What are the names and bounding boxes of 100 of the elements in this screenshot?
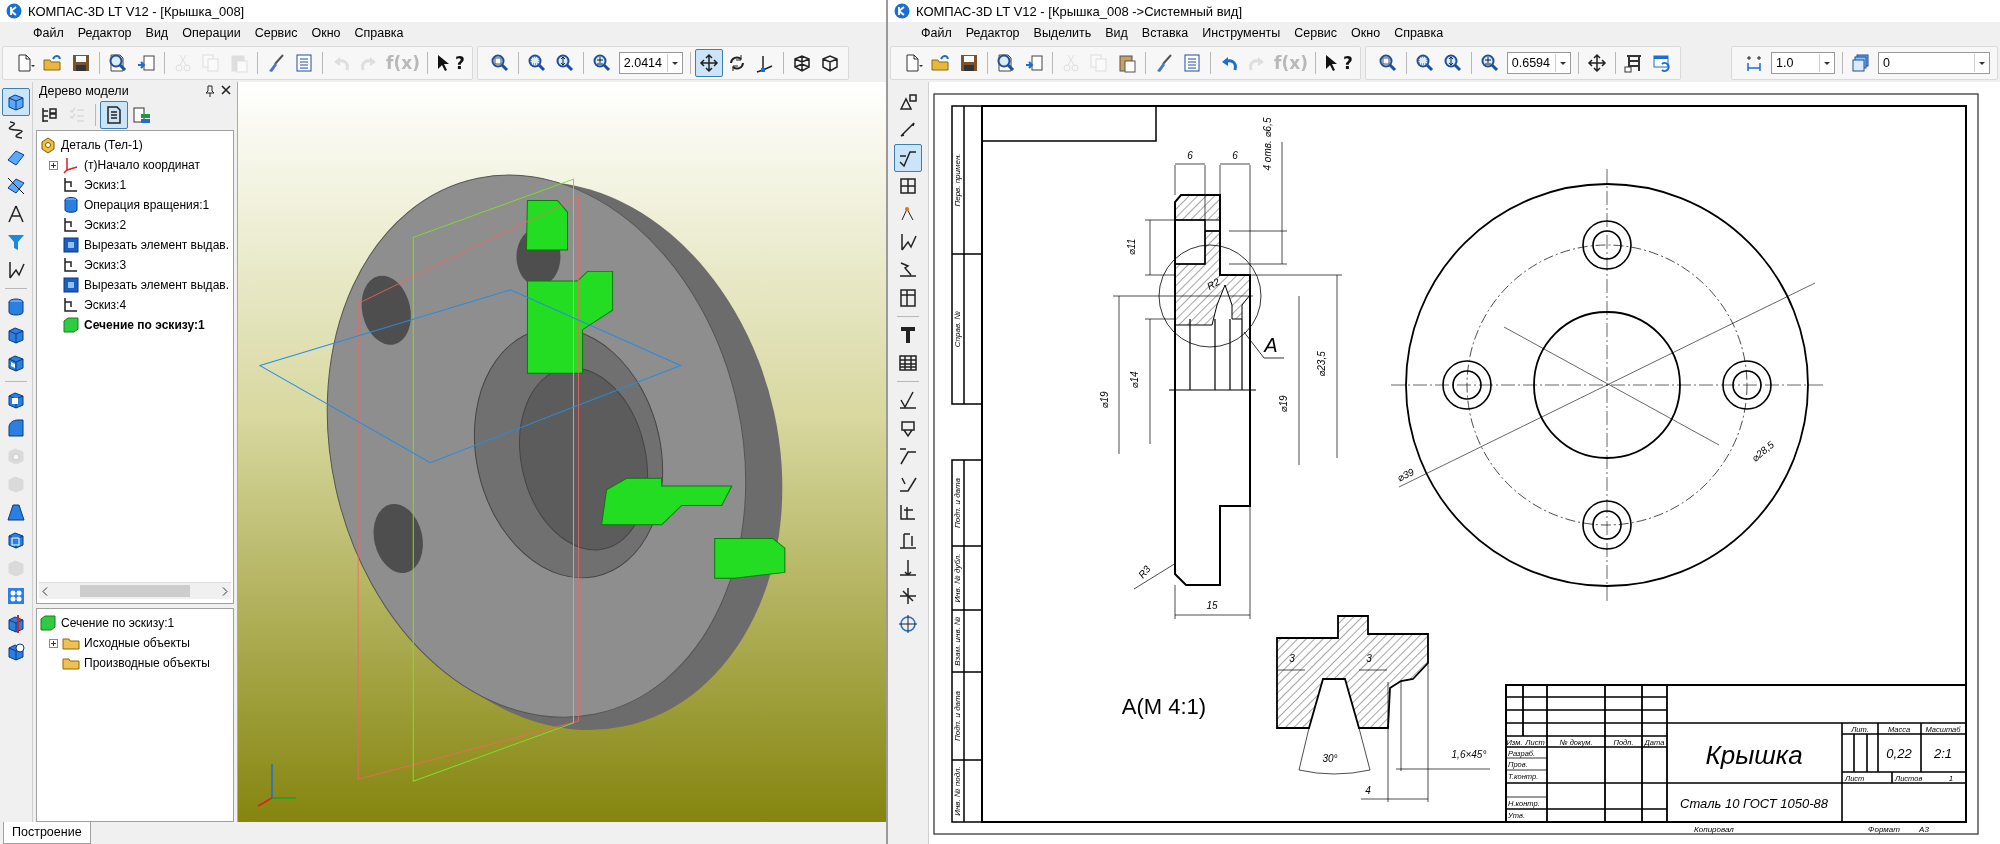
pan-button[interactable] bbox=[694, 49, 723, 77]
tree-item[interactable]: Исходные объекты bbox=[49, 633, 231, 653]
scissors-icon bbox=[173, 53, 193, 73]
menu-item[interactable]: Файл bbox=[914, 24, 959, 42]
3d-viewport[interactable] bbox=[238, 82, 886, 822]
material-label: Сталь 10 ГОСТ 1050-88 bbox=[1680, 796, 1828, 811]
tree-item[interactable]: Эскиз:2 bbox=[49, 215, 231, 235]
axes-icon bbox=[754, 53, 775, 73]
combo-box[interactable]: 0 bbox=[1878, 52, 1990, 74]
menu-item[interactable]: Вставка bbox=[1134, 24, 1196, 42]
dimension-label: ⌀19 bbox=[1278, 395, 1289, 413]
menu-item[interactable]: Инструменты bbox=[1195, 24, 1288, 42]
menu-item[interactable]: Справка bbox=[1387, 24, 1451, 42]
menu-item[interactable]: Выделить bbox=[1026, 24, 1099, 42]
combo-box[interactable]: 1.0 bbox=[1771, 52, 1835, 74]
wire-cube-icon bbox=[791, 53, 812, 73]
magnifier-page-icon bbox=[489, 53, 510, 73]
view-arrow-icon bbox=[898, 558, 918, 578]
expand-icon[interactable] bbox=[49, 638, 58, 648]
tree-item[interactable]: Операция вращения:1 bbox=[49, 195, 231, 215]
magnifier-plus-minus-icon bbox=[1479, 53, 1500, 73]
document-icon bbox=[15, 53, 35, 73]
symbol-icon bbox=[898, 148, 918, 168]
tree-item[interactable]: Эскиз:1 bbox=[49, 175, 231, 195]
combo-box[interactable]: 2.0414 bbox=[618, 52, 683, 74]
value-field[interactable]: 2.0414 bbox=[619, 56, 667, 70]
tree-item[interactable]: Вырезать элемент выдав. bbox=[49, 235, 231, 255]
format-value: А3 bbox=[1919, 825, 1929, 834]
combo-box[interactable]: 0.6594 bbox=[1506, 52, 1571, 74]
close-icon[interactable] bbox=[221, 85, 231, 95]
expand-icon[interactable] bbox=[49, 160, 58, 170]
dimension-label: R3 bbox=[1136, 563, 1153, 581]
dimension-label: 1,6×45° bbox=[1451, 749, 1487, 760]
sketch-icon bbox=[62, 256, 80, 274]
menu-item[interactable]: Вид bbox=[138, 24, 176, 42]
menu-item[interactable]: Редактор bbox=[70, 24, 139, 42]
panel-tab[interactable]: Построение bbox=[3, 822, 91, 844]
base-mark-icon bbox=[898, 418, 918, 438]
tree-item[interactable]: Сечение по эскизу:1 bbox=[39, 613, 231, 633]
horizontal-scrollbar[interactable] bbox=[39, 582, 231, 599]
tree-item[interactable]: Деталь (Тел-1) bbox=[39, 135, 231, 155]
magnifier-frame-icon bbox=[1414, 53, 1435, 73]
menu-item[interactable]: Справка bbox=[347, 24, 411, 42]
dimension-label: 15 bbox=[1206, 600, 1218, 611]
page-arrow-icon bbox=[1024, 53, 1044, 73]
magnifier-frame-icon bbox=[526, 53, 547, 73]
view-label: A(M 4:1) bbox=[1121, 694, 1207, 719]
window-title: КОМПАС-3D LT V12 - [Крышка_008 ->Системный вид] bbox=[916, 3, 1243, 19]
help-button[interactable]: ? bbox=[1319, 49, 1356, 77]
sketch-icon bbox=[62, 216, 80, 234]
document-icon bbox=[903, 53, 923, 73]
folder-icon bbox=[931, 53, 951, 73]
center-mark-icon bbox=[898, 614, 918, 634]
menu-item[interactable]: Окно bbox=[304, 24, 348, 42]
solid-round-icon bbox=[6, 418, 26, 438]
value-field[interactable]: 0.6594 bbox=[1507, 56, 1555, 70]
table-icon bbox=[898, 353, 918, 373]
tree-item[interactable]: Эскиз:3 bbox=[49, 255, 231, 275]
cut-line-icon bbox=[898, 530, 918, 550]
tree-item[interactable]: Вырезать элемент выдав. bbox=[49, 275, 231, 295]
help-button[interactable]: ? bbox=[431, 49, 468, 77]
panel-title: Дерево модели bbox=[39, 84, 129, 98]
tree-item[interactable]: (т)Начало координат bbox=[49, 155, 231, 175]
value-field[interactable]: 1.0 bbox=[1772, 56, 1819, 70]
menu-item[interactable]: Окно bbox=[1344, 24, 1388, 42]
magnifier-page-icon bbox=[1377, 53, 1398, 73]
scroll-left-icon[interactable] bbox=[42, 586, 48, 596]
menu-item[interactable]: Файл bbox=[26, 24, 71, 42]
cube-button[interactable] bbox=[2, 88, 30, 116]
menu-item[interactable]: Операции bbox=[175, 24, 248, 42]
sketch-icon bbox=[62, 176, 80, 194]
pin-icon[interactable] bbox=[205, 85, 215, 97]
clipboard-icon bbox=[229, 53, 249, 73]
clipboard-icon bbox=[1117, 53, 1137, 73]
cut-block-icon bbox=[62, 276, 80, 294]
menu-item[interactable]: Редактор bbox=[958, 24, 1027, 42]
tree-item[interactable]: Эскиз:4 bbox=[49, 295, 231, 315]
array-grid-icon bbox=[6, 586, 26, 606]
stamp-label: Инв. № подл. bbox=[953, 766, 962, 816]
mass-value: 0,22 bbox=[1886, 746, 1912, 761]
stamp-label: Взам. инв. № bbox=[953, 616, 962, 666]
menu-item[interactable]: Вид bbox=[1098, 24, 1135, 42]
edit-grid-icon bbox=[898, 176, 918, 196]
page-button[interactable] bbox=[100, 101, 128, 129]
brush-icon bbox=[266, 53, 286, 73]
value-field[interactable]: 0 bbox=[1879, 56, 1974, 70]
dimension-label: 6 bbox=[1232, 150, 1238, 161]
symbols-button[interactable] bbox=[894, 144, 922, 172]
magnifier-arrows-icon bbox=[1442, 53, 1463, 73]
solid-cut-icon bbox=[6, 353, 26, 373]
menu-item[interactable]: Сервис bbox=[247, 24, 305, 42]
funnel-icon bbox=[6, 232, 26, 252]
shapes-icon bbox=[898, 92, 918, 112]
tree-item[interactable]: Производные объекты bbox=[49, 653, 231, 673]
stamp-label: Подп. и дата bbox=[953, 690, 962, 742]
menu-item[interactable]: Сервис bbox=[1287, 24, 1345, 42]
layers-icon bbox=[1851, 53, 1871, 73]
scroll-right-icon[interactable] bbox=[222, 586, 228, 596]
tree-item[interactable]: Сечение по эскизу:1 bbox=[49, 315, 231, 335]
plane-cut-icon bbox=[6, 176, 26, 196]
